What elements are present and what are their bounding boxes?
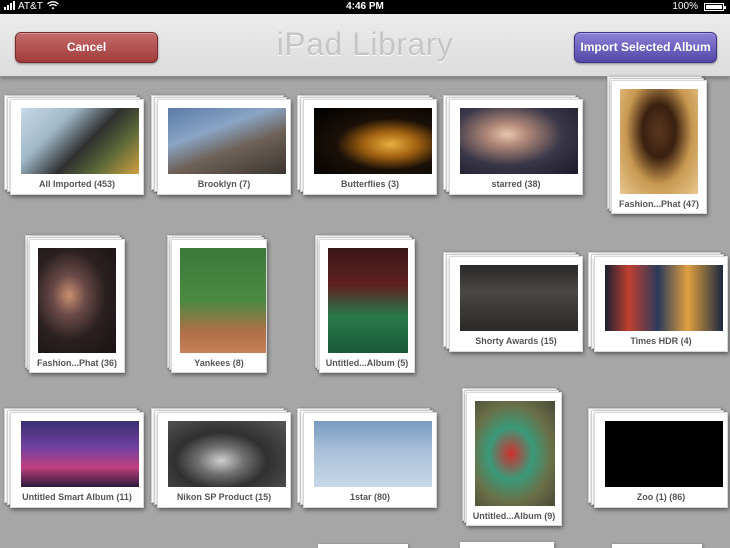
album-starred[interactable]: starred (38): [443, 95, 583, 195]
album-thumbnail: [38, 248, 116, 353]
album-label: Brooklyn (7): [197, 179, 251, 189]
album-fashion-phat-47[interactable]: Fashion...Phat (47): [607, 76, 707, 214]
album-thumbnail: [168, 421, 286, 487]
album-label: Untitled...Album (5): [325, 358, 409, 368]
album-thumbnail: [314, 108, 432, 174]
status-bar: AT&T 4:46 PM 100%: [0, 0, 730, 14]
album-fashion-phat-36[interactable]: Fashion...Phat (36): [25, 235, 125, 373]
album-untitled-9[interactable]: Untitled...Album (9): [462, 388, 562, 526]
album-shorty-awards[interactable]: Shorty Awards (15): [443, 252, 583, 352]
album-label: Nikon SP Product (15): [176, 492, 272, 502]
album-label: Times HDR (4): [630, 336, 692, 346]
album-label: Fashion...Phat (36): [36, 358, 117, 368]
album-nikon-sp-product[interactable]: Nikon SP Product (15): [151, 408, 291, 508]
album-thumbnail: [314, 421, 432, 487]
album-1star[interactable]: 1star (80): [297, 408, 437, 508]
header-bar: Cancel iPad Library Import Selected Albu…: [0, 14, 730, 77]
album-partial: [612, 544, 702, 548]
album-times-hdr[interactable]: Times HDR (4): [588, 252, 728, 352]
album-thumbnail: [605, 265, 723, 331]
album-label: Yankees (8): [194, 358, 244, 368]
album-label: All Imported (453): [38, 179, 115, 189]
album-thumbnail: [475, 401, 555, 506]
album-brooklyn[interactable]: Brooklyn (7): [151, 95, 291, 195]
album-untitled-5[interactable]: Untitled...Album (5): [315, 235, 415, 373]
battery-percent: 100%: [672, 1, 698, 12]
album-thumbnail: [605, 421, 723, 487]
album-butterflies[interactable]: Butterflies (3): [297, 95, 437, 195]
album-thumbnail: [328, 248, 408, 353]
album-label: Untitled Smart Album (11): [22, 492, 132, 502]
album-label: 1star (80): [349, 492, 391, 502]
album-partial: [318, 544, 408, 548]
album-all-imported[interactable]: All Imported (453): [4, 95, 144, 195]
album-thumbnail: [460, 108, 578, 174]
album-label: Zoo (1) (86): [636, 492, 686, 502]
album-thumbnail: [180, 248, 266, 353]
album-thumbnail: [21, 421, 139, 487]
album-untitled-smart[interactable]: Untitled Smart Album (11): [4, 408, 144, 508]
battery-icon: [704, 3, 726, 11]
album-yankees[interactable]: Yankees (8): [167, 235, 267, 373]
import-selected-album-button[interactable]: Import Selected Album: [574, 32, 717, 63]
album-thumbnail: [21, 108, 139, 174]
album-zoo[interactable]: Zoo (1) (86): [588, 408, 728, 508]
album-label: Untitled...Album (9): [472, 511, 556, 521]
album-label: starred (38): [491, 179, 541, 189]
album-thumbnail: [168, 108, 286, 174]
album-label: Butterflies (3): [340, 179, 399, 189]
album-partial: [460, 542, 554, 548]
album-thumbnail: [620, 89, 698, 194]
album-label: Shorty Awards (15): [475, 336, 557, 346]
clock: 4:46 PM: [346, 1, 384, 12]
album-thumbnail: [460, 265, 578, 331]
album-label: Fashion...Phat (47): [618, 199, 699, 209]
